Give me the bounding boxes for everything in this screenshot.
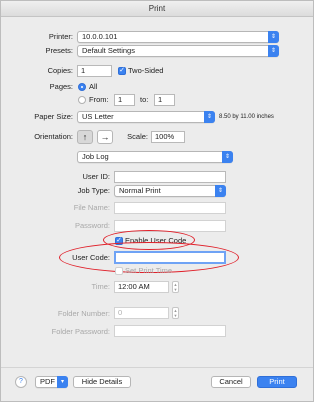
password-label: Password:: [74, 221, 110, 230]
enable-user-code-checkbox[interactable]: ✓: [115, 237, 123, 245]
print-dialog: Print Printer: 10.0.0.101 ⇕ Presets: Def…: [0, 0, 314, 402]
paper-size-popup[interactable]: US Letter ⇕: [77, 111, 215, 123]
set-print-time-label: Set Print Time: [125, 266, 173, 275]
printer-popup[interactable]: 10.0.0.101 ⇕: [77, 31, 279, 43]
copies-input[interactable]: 1: [77, 65, 112, 77]
two-sided-label: Two-Sided: [128, 66, 164, 75]
chevron-updown-icon: ⇕: [204, 111, 215, 123]
chevron-down-icon: ▾: [57, 376, 68, 388]
landscape-orientation-button[interactable]: →: [97, 130, 113, 144]
print-button[interactable]: Print: [257, 376, 297, 388]
job-type-label: Job Type:: [77, 186, 110, 195]
job-type-value: Normal Print: [119, 186, 161, 195]
portrait-icon: ↑: [82, 132, 88, 142]
pages-from-input[interactable]: 1: [114, 94, 135, 106]
section-value: Job Log: [82, 152, 109, 161]
pdf-label: PDF: [40, 377, 55, 386]
folder-password-label: Folder Password:: [51, 327, 110, 336]
stepper-arrows-icon: ▲ ▼: [173, 282, 178, 292]
two-sided-checkbox[interactable]: ✓: [118, 67, 126, 75]
pages-from-label: From:: [89, 95, 109, 104]
checkmark-icon: ✓: [116, 237, 122, 244]
user-id-input[interactable]: [114, 171, 226, 183]
presets-popup[interactable]: Default Settings ⇕: [77, 45, 279, 57]
help-button[interactable]: ?: [15, 376, 27, 388]
pages-to-label: to:: [140, 95, 149, 104]
landscape-icon: →: [100, 132, 110, 142]
printer-label: Printer:: [48, 32, 73, 41]
pages-all-radio[interactable]: [78, 83, 86, 91]
pages-to-input[interactable]: 1: [154, 94, 175, 106]
pages-from-radio[interactable]: [78, 96, 86, 104]
chevron-updown-icon: ⇕: [268, 45, 279, 57]
orientation-label: Orientation:: [34, 132, 73, 141]
user-id-label: User ID:: [82, 172, 110, 181]
hide-details-button[interactable]: Hide Details: [73, 376, 131, 388]
pages-all-label: All: [89, 82, 98, 91]
enable-user-code-label: Enable User Code: [125, 236, 187, 245]
user-code-label: User Code:: [72, 253, 110, 262]
folder-password-input[interactable]: [114, 325, 226, 337]
paper-size-value: US Letter: [82, 112, 114, 121]
folder-number-stepper[interactable]: ▲ ▼: [172, 307, 179, 319]
cancel-button[interactable]: Cancel: [211, 376, 251, 388]
scale-input[interactable]: 100%: [151, 131, 185, 143]
paper-dimensions: 8.50 by 11.00 inches: [219, 114, 274, 120]
window-title: Print: [1, 1, 313, 17]
password-input[interactable]: [114, 220, 226, 232]
portrait-orientation-button[interactable]: ↑: [77, 130, 93, 144]
paper-size-label: Paper Size:: [34, 112, 73, 121]
user-code-input[interactable]: [114, 251, 226, 264]
pages-label: Pages:: [49, 82, 73, 91]
section-popup[interactable]: Job Log ⇕: [77, 151, 233, 163]
file-name-input[interactable]: [114, 202, 226, 214]
checkmark-icon: ✓: [119, 67, 125, 74]
presets-value: Default Settings: [82, 46, 135, 55]
pdf-menu-button[interactable]: PDF ▾: [35, 376, 68, 388]
chevron-updown-icon: ⇕: [268, 31, 279, 43]
printer-value: 10.0.0.101: [82, 32, 118, 41]
folder-number-input[interactable]: 0: [114, 307, 169, 319]
time-input[interactable]: 12:00 AM: [114, 281, 169, 293]
job-type-popup[interactable]: Normal Print ⇕: [114, 185, 226, 197]
copies-label: Copies:: [47, 66, 73, 75]
chevron-updown-icon: ⇕: [222, 151, 233, 163]
time-label: Time:: [91, 282, 110, 291]
time-stepper[interactable]: ▲ ▼: [172, 281, 179, 293]
presets-label: Presets:: [45, 46, 73, 55]
scale-label: Scale:: [127, 132, 148, 141]
footer-divider: [1, 367, 313, 368]
folder-number-label: Folder Number:: [57, 309, 110, 318]
file-name-label: File Name:: [73, 203, 110, 212]
chevron-updown-icon: ⇕: [215, 185, 226, 197]
set-print-time-checkbox[interactable]: [115, 267, 123, 275]
stepper-arrows-icon: ▲ ▼: [173, 308, 178, 318]
